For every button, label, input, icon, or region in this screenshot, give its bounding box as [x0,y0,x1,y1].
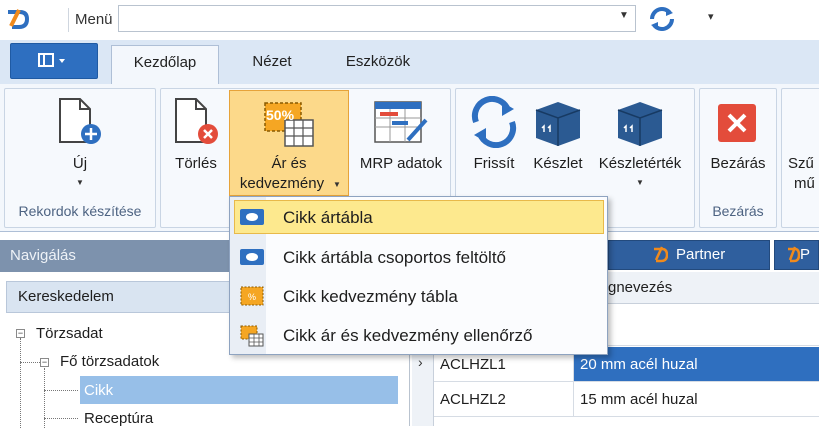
stock-value-dropdown-arrow-icon[interactable]: ▼ [592,178,688,187]
stock-button-label: Készlet [533,155,583,172]
discount-tag-icon: % [239,285,265,307]
stock-box-icon [535,102,581,146]
mrp-button-label: MRP adatok [359,155,443,172]
tab-partial-logo-icon [786,245,801,265]
menu-item-label: Cikk ár és kedvezmény ellenőrző [283,326,533,345]
tree-connector [44,390,78,391]
quick-access-customize-icon[interactable]: ▾ [708,10,714,23]
row-indicator-column [412,346,434,426]
toolbar-separator [68,8,69,32]
group-label-close: Bezárás [712,203,764,219]
cell-code: ACLHZL1 [440,356,506,373]
cell-name: 20 mm acél huzal [580,356,698,373]
new-button-label: Új [72,155,88,172]
commerce-section-label: Kereskedelem [18,288,114,305]
table-row[interactable]: ACLHZL2 15 mm acél huzal [434,382,819,417]
new-document-icon [59,98,101,144]
tab-partner-label: Partner [676,246,726,263]
app-logo-icon [4,6,30,32]
menu-search-combobox[interactable] [118,5,636,32]
tab-partial-label: P [800,246,811,263]
application-menu-button[interactable] [10,43,98,79]
svg-text:%: % [248,292,256,302]
tab-home[interactable]: Kezdőlap [111,45,219,84]
group-label-create-records: Rekordok készítése [18,203,142,219]
price-discount-checker-icon [239,324,265,348]
navigation-title: Navigálás [10,247,76,264]
menu-item-label: Cikk ártábla csoportos feltöltő [283,248,506,267]
filter-button-label-partial-2: mű [794,175,815,192]
menu-item-label: Cikk ártábla [283,208,373,227]
delete-document-icon [175,98,218,144]
price-button-label-line2: kedvezmény [239,175,325,192]
refresh-button-label: Frissít [473,155,515,172]
partner-logo-icon [652,245,669,265]
menu-item-label: Cikk kedvezmény tábla [283,287,458,306]
close-icon [718,104,756,142]
tree-selection-highlight [80,376,398,404]
tree-collapse-icon[interactable]: − [40,358,49,367]
app-menu-icon [38,53,65,67]
tree-item-article[interactable]: Cikk [84,382,113,399]
mrp-chart-icon [374,101,428,143]
quick-refresh-button[interactable] [646,5,678,33]
close-button-label: Bezárás [710,155,766,172]
cell-code: ACLHZL2 [440,391,506,408]
tree-collapse-icon[interactable]: − [16,329,25,338]
price-button-label-line1: Ár és [271,155,307,172]
column-header-name[interactable]: gnevezés [608,279,672,296]
price-table-icon [239,207,265,227]
tree-item-master-data[interactable]: Törzsadat [36,325,103,342]
stock-value-button-label: Készletérték [598,155,682,172]
tree-connector [20,338,21,428]
cell-name: 15 mm acél huzal [580,391,698,408]
price-icon-badge: 50% [266,107,295,123]
chevron-down-icon[interactable]: ▼ [619,10,629,21]
tree-connector [44,368,45,428]
delete-button-label: Törlés [175,155,217,172]
stock-value-box-icon [617,102,663,146]
price-discount-icon [259,98,319,150]
price-table-icon [239,247,265,267]
menu-label: Menü [75,11,113,28]
new-dropdown-arrow-icon[interactable]: ▼ [50,178,110,187]
tree-connector [44,418,78,419]
tab-view[interactable]: Nézet [232,45,312,84]
tree-connector [20,362,40,363]
tab-tools[interactable]: Eszközök [328,45,428,84]
refresh-icon [471,95,517,149]
filter-button-label-partial[interactable]: Szű [788,154,814,174]
tree-item-main-master-data[interactable]: Fő törzsadatok [60,353,159,370]
tree-item-recipe[interactable]: Receptúra [84,410,153,427]
current-row-marker: › [418,354,423,370]
price-dropdown-arrow-icon[interactable]: ▼ [333,180,341,189]
refresh-icon [650,7,674,31]
